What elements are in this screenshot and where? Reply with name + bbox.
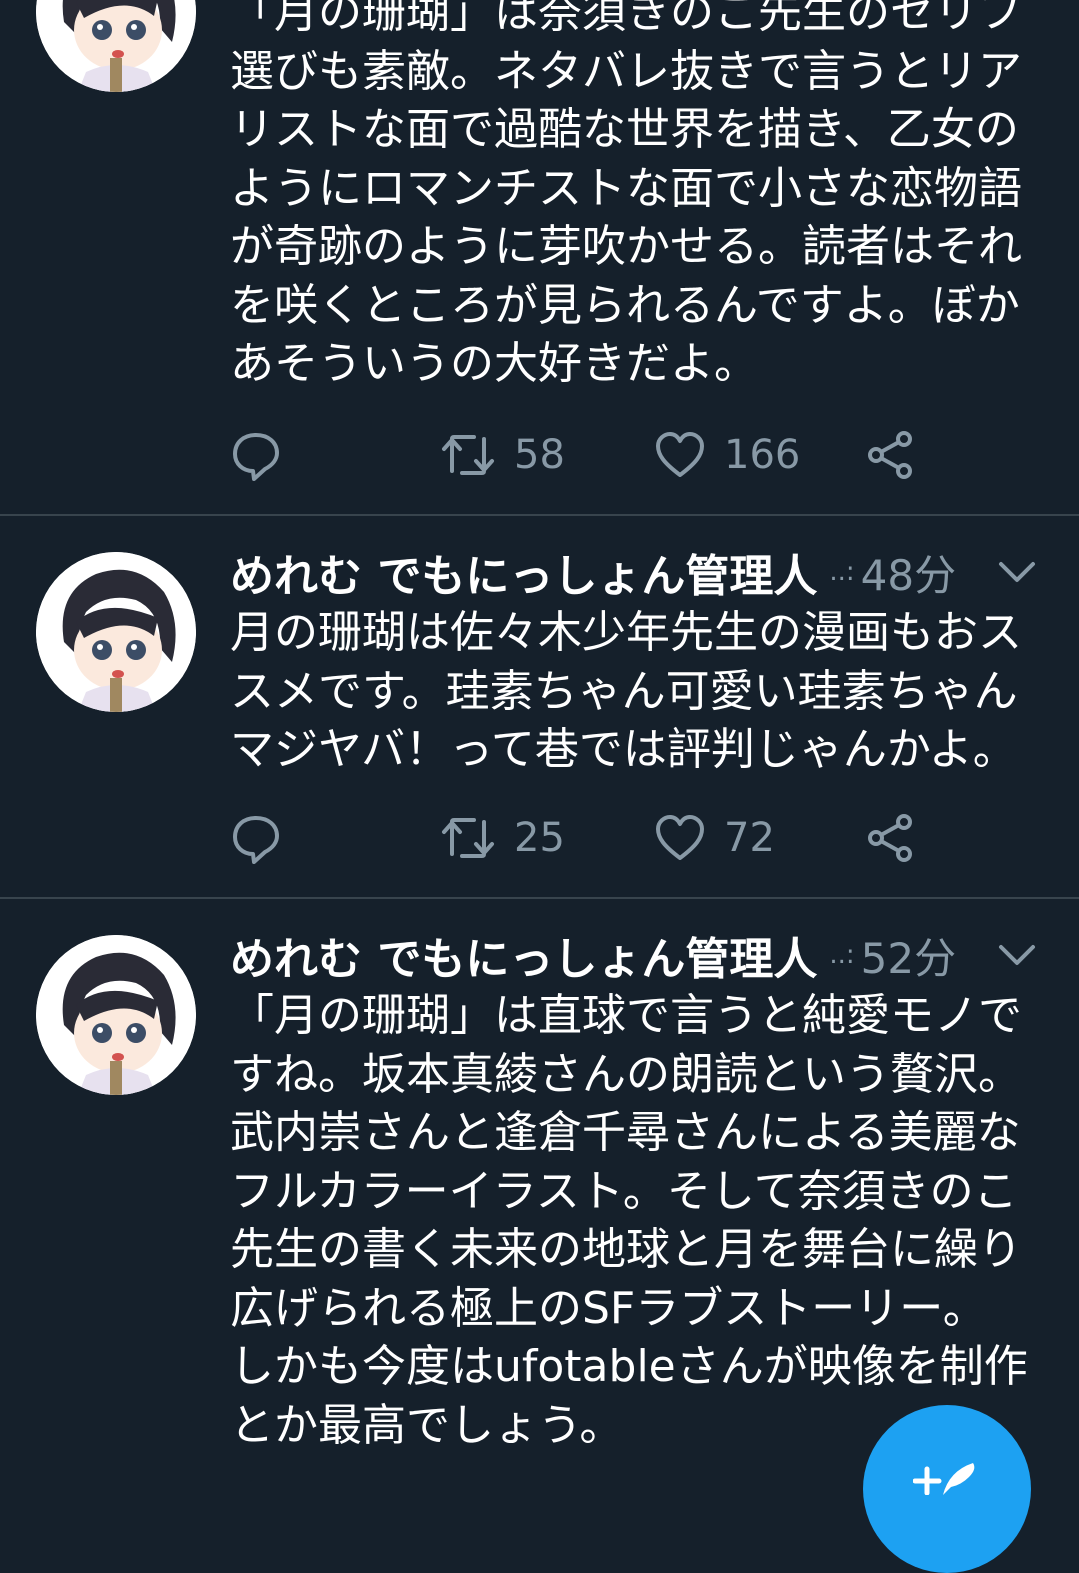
tweet-text-line: すね。坂本真綾さんの朗読という贅沢。 [230,1048,1022,1100]
tweet-actions: 25 72 [230,808,990,868]
tweet-text-line: が奇跡のように芽吹かせる。読者はそれ [230,221,1022,272]
tweet-header: めれむ でもにっしょん管理人 ..: 48分 [230,542,1039,602]
share-icon [868,814,912,862]
display-name[interactable]: めれむ でもにっしょん管理人 [230,923,817,987]
tweet-3[interactable]: めれむ でもにっしょん管理人 ..: 52分 「月の珊瑚」は直球で言うと純愛モノ… [0,899,1079,1494]
tweet-actions: 58 166 [230,425,990,485]
retweet-button[interactable]: 25 [440,808,565,868]
like-button[interactable]: 166 [654,425,800,485]
avatar[interactable] [36,935,196,1095]
timestamp: 48分 [860,550,957,600]
compose-tweet-button[interactable] [863,1405,1031,1573]
retweet-count: 58 [514,432,565,478]
retweet-count: 25 [514,815,565,861]
tweet-2[interactable]: めれむ でもにっしょん管理人 ..: 48分 月の珊瑚は佐々木少年先生の漫画もお… [0,516,1079,896]
handle: ..: [829,940,855,970]
retweet-button[interactable]: 58 [440,425,565,485]
share-icon [868,431,912,479]
tweet-text-line: 「月の珊瑚」は奈須きのこ先生のセリフ [230,0,1022,38]
timestamp: 52分 [860,933,957,983]
tweet-text: 月の珊瑚は佐々木少年先生の漫画もおス スメです。珪素ちゃん可愛い珪素ちゃん マジ… [230,604,1050,780]
chevron-down-icon[interactable] [995,933,1039,977]
tweet-text-line: 先生の書く未来の地球と月を舞台に繰り [230,1224,1022,1275]
avatar[interactable] [36,0,196,92]
tweet-text-line: を咲くところが見られるんですよ。ぼか [230,279,1020,331]
tweet-text-line: フルカラーイラスト。そして奈須きのこ [230,1165,1018,1217]
tweet-text-line: 「月の珊瑚」は直球で言うと純愛モノで [230,990,1022,1041]
tweet-text-line: スメです。珪素ちゃん可愛い珪素ちゃん [230,665,1018,717]
retweet-icon [442,818,494,858]
share-button[interactable] [866,808,916,868]
like-count: 72 [724,815,775,861]
handle: ..: [829,557,855,587]
share-button[interactable] [866,425,916,485]
tweet-text-line: マジヤバ！って巷では評判じゃんかよ。 [230,724,1017,775]
tweet-text-line: あそういうの大好きだよ。 [230,338,758,389]
tweet-text-line: ようにロマンチストな面で小さな恋物語 [230,162,1022,214]
reply-button[interactable] [230,425,282,485]
tweet-text-line: しかも今度はufotableさんが映像を制作 [230,1341,1028,1392]
retweet-icon [442,435,494,475]
tweet-text-line: 武内崇さんと逢倉千尋さんによる美麗な [230,1107,1021,1158]
heart-icon [656,432,704,477]
tweet-text: 「月の珊瑚」は直球で言うと純愛モノで すね。坂本真綾さんの朗読という贅沢。 武内… [230,987,1050,1455]
display-name[interactable]: めれむ でもにっしょん管理人 [230,540,817,604]
reply-icon [233,816,279,864]
heart-icon [656,815,704,860]
like-count: 166 [724,432,801,478]
tweet-1[interactable]: 「月の珊瑚」は奈須きのこ先生のセリフ 選びも素敵。ネタバレ抜きで言うとリア リス… [0,0,1079,514]
tweet-text-line: リストな面で過酷な世界を描き、乙女の [230,104,1019,155]
tweet-text-line: 月の珊瑚は佐々木少年先生の漫画もおス [230,607,1022,658]
reply-button[interactable] [230,808,282,868]
tweet-header: めれむ でもにっしょん管理人 ..: 52分 [230,925,1039,985]
reply-icon [233,433,279,481]
like-button[interactable]: 72 [654,808,775,868]
tweet-text-line: 広げられる極上のSFラブストーリー。 [230,1282,987,1334]
tweet-text-line: 選びも素敵。ネタバレ抜きで言うとリア [230,45,1022,97]
compose-tweet-icon [913,1463,975,1495]
tweet-text: 「月の珊瑚」は奈須きのこ先生のセリフ 選びも素敵。ネタバレ抜きで言うとリア リス… [230,0,1050,394]
avatar[interactable] [36,552,196,712]
chevron-down-icon[interactable] [995,550,1039,594]
